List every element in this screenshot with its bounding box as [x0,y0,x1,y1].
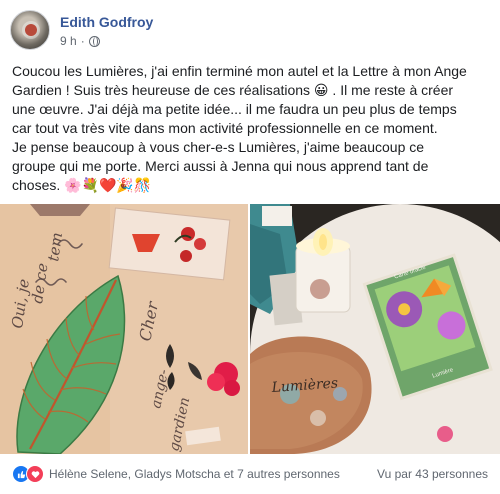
reactions-summary[interactable]: Hélène Selene, Gladys Motscha et 7 autre… [12,465,340,483]
post-text-line: choses. 🌸💐❤️🎉🎊 [12,177,152,193]
photo-altar-art: Carte oracle Lumière Lumières [250,204,500,454]
post-text: Coucou les Lumières, j'ai enfin terminé … [12,62,490,195]
photo-letter-art: tem de ce Oui, je Cher ange- gardien [0,204,248,454]
post-text-line: une œuvre. J'ai déjà ma petite idée... i… [12,101,457,117]
post-text-line: groupe qui me porte. Merci aussi à Jenna… [12,158,429,174]
reactions-text[interactable]: Hélène Selene, Gladys Motscha et 7 autre… [49,467,340,481]
photo-grid: tem de ce Oui, je Cher ange- gardien Car… [0,204,500,454]
photo-letter[interactable]: tem de ce Oui, je Cher ange- gardien [0,204,248,454]
post-footer: Hélène Selene, Gladys Motscha et 7 autre… [0,454,500,494]
post-time-row: 9 h · [60,33,153,49]
post-card: Edith Godfroy 9 h · Coucou les Lumières,… [0,0,500,494]
seen-by-count[interactable]: Vu par 43 personnes [377,467,488,481]
author-name[interactable]: Edith Godfroy [60,13,153,31]
globe-icon [88,35,100,47]
post-text-line: Je pense beaucoup à vous cher-e-s Lumièr… [12,139,425,155]
heart-icon [26,465,44,483]
separator-dot: · [80,34,85,48]
post-timestamp[interactable]: 9 h [60,33,77,49]
avatar[interactable] [10,10,50,50]
post-text-line: Coucou les Lumières, j'ai enfin terminé … [12,63,467,79]
post-header: Edith Godfroy 9 h · [10,10,490,54]
post-text-line: car tout va très vite dans mon activité … [12,120,438,136]
post-text-line: Gardien ! Suis très heureuse de ces réal… [12,82,454,98]
post-meta: Edith Godfroy 9 h · [60,10,153,54]
photo-altar[interactable]: Carte oracle Lumière Lumières [250,204,500,454]
